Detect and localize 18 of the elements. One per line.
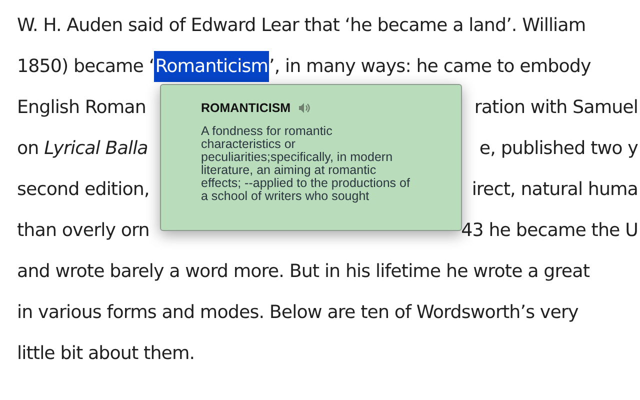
speaker-icon[interactable]	[298, 102, 310, 114]
definition-text: A fondness for romantic characteristics or peculiarities;specifically, in modern literature, an aiming at romantic effects; --applied to the productions of a school of writers who sought	[201, 125, 411, 203]
paragraph-text: and wrote barely a word more. But in his lifetime he wrote a great	[17, 261, 590, 282]
paragraph-text: 43 he became the U	[461, 220, 638, 241]
selected-word: Romanticism	[154, 51, 270, 82]
paragraph-text: on Lyrical Balla	[17, 138, 148, 159]
paragraph-text: than overly orn	[17, 220, 150, 241]
paragraph-text: ’, in many ways: he came to embody	[269, 56, 591, 77]
paragraph-text: English Roman	[17, 97, 146, 118]
paragraph-text: ration with Samuel	[474, 97, 638, 118]
paragraph-text: second edition,	[17, 179, 150, 200]
paragraph-text: W. H. Auden said of Edward Lear that ‘he became a land’. William	[17, 15, 586, 36]
paragraph-text: 1850) became ‘	[17, 56, 154, 77]
paragraph-text: little bit about them.	[17, 343, 195, 364]
popup-word: ROMANTICISM	[201, 101, 291, 115]
paragraph-text: in various forms and modes. Below are ten of Wordsworth’s very	[17, 302, 578, 323]
paragraph-text: irect, natural huma	[472, 179, 638, 200]
paragraph-text: e, published two y	[479, 138, 638, 159]
